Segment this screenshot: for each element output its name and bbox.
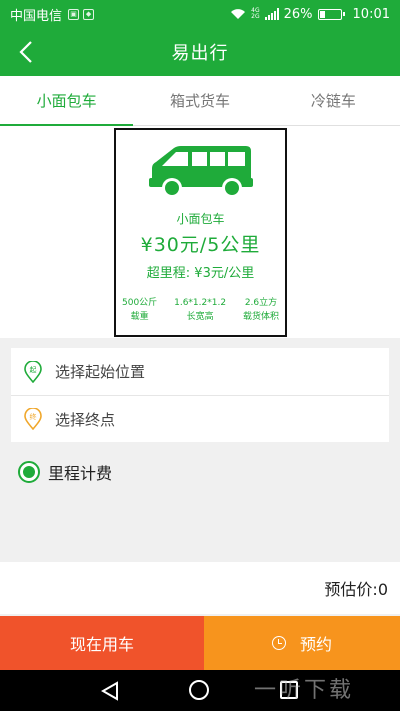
spec-value: 500公斤: [122, 298, 158, 308]
spec-value: 1.6*1.2*1.2: [174, 298, 227, 308]
tab-cold-chain[interactable]: 冷链车: [267, 76, 400, 125]
clock-time: 10:01: [352, 6, 390, 22]
spec-volume: 2.6立方 载货体积: [243, 296, 279, 324]
chevron-left-icon: [19, 41, 32, 63]
nav-home-icon[interactable]: [189, 680, 209, 700]
billing-option-label: 里程计费: [48, 464, 113, 483]
status-bar: 中国电信 ▣ ◆ 4G 2G 26% 10:01: [0, 0, 400, 28]
end-location-field[interactable]: 终 选择终点: [11, 395, 389, 442]
vehicle-card: 小面包车 ¥30元/5公里 超里程: ¥3元/公里 500公斤 载重 1.6*1…: [114, 128, 287, 337]
use-now-button[interactable]: 现在用车: [0, 616, 204, 670]
start-pin-icon: 起: [24, 360, 42, 383]
spec-value: 2.6立方: [244, 298, 278, 308]
radio-button[interactable]: [18, 461, 40, 483]
van-icon: [149, 146, 253, 198]
billing-option-mileage[interactable]: 里程计费: [18, 460, 112, 484]
use-now-label: 现在用车: [69, 635, 134, 654]
image-notification-icon: ▣: [68, 8, 80, 20]
vehicle-tabs: 小面包车 箱式货车 冷链车: [0, 76, 400, 126]
wifi-icon: [231, 9, 246, 19]
spec-label: 载货体积: [242, 312, 279, 322]
spec-label: 载重: [130, 312, 149, 322]
battery-percent: 26%: [283, 6, 313, 22]
vehicle-name: 小面包车: [176, 212, 225, 226]
vehicle-panel: 小面包车 ¥30元/5公里 超里程: ¥3元/公里 500公斤 载重 1.6*1…: [0, 126, 400, 338]
nav-back-icon[interactable]: [101, 681, 119, 701]
radio-selected-dot: [23, 466, 35, 478]
spec-dimensions: 1.6*1.2*1.2 长宽高: [174, 296, 226, 324]
start-pin-label: 起: [30, 366, 37, 374]
app-notification-icon: ◆: [83, 8, 95, 20]
page-title: 易出行: [171, 43, 229, 64]
reserve-button[interactable]: 预约: [204, 616, 400, 670]
location-selector: 起 选择起始位置 终 选择终点: [11, 348, 389, 442]
estimate-bar: 预估价:0: [0, 562, 400, 614]
reserve-label: 预约: [299, 635, 332, 654]
tab-box-truck[interactable]: 箱式货车: [133, 76, 266, 125]
spec-load: 500公斤 载重: [122, 296, 157, 324]
end-pin-label: 终: [30, 412, 37, 421]
tab-mini-van[interactable]: 小面包车: [0, 76, 134, 126]
base-price: ¥30元/5公里: [140, 234, 261, 256]
end-location-placeholder: 选择终点: [55, 410, 116, 429]
vehicle-specs: 500公斤 载重 1.6*1.2*1.2 长宽高 2.6立方 载货体积: [122, 296, 279, 324]
spec-label: 长宽高: [186, 312, 214, 322]
network-type-label: 4G 2G: [251, 7, 260, 20]
carrier-label: 中国电信: [10, 8, 63, 24]
back-button[interactable]: [10, 36, 42, 68]
battery-icon: [317, 8, 345, 20]
overage-price: 超里程: ¥3元/公里: [146, 266, 255, 281]
status-right: 4G 2G 26% 10:01: [230, 7, 390, 22]
start-location-placeholder: 选择起始位置: [55, 363, 146, 381]
notification-icons: ▣ ◆: [68, 8, 95, 20]
start-location-field[interactable]: 起 选择起始位置: [11, 348, 389, 395]
end-pin-icon: 终: [24, 408, 42, 430]
clock-icon: [271, 636, 286, 650]
watermark: 一听下载: [254, 678, 355, 703]
signal-icon: [264, 8, 279, 20]
action-bar: 现在用车 预约: [0, 616, 400, 670]
app-bar: 易出行: [0, 28, 400, 76]
estimated-price: 预估价:0: [324, 580, 388, 599]
